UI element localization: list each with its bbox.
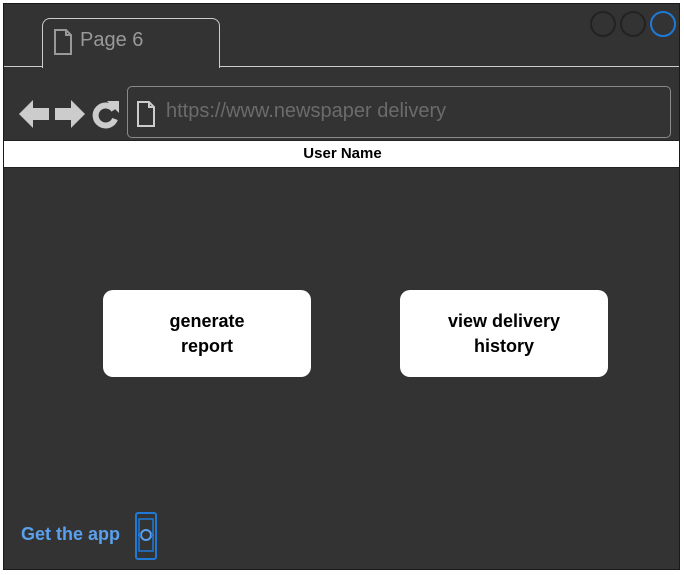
user-name-bar: User Name <box>4 140 679 168</box>
arrow-right-icon[interactable] <box>54 99 86 129</box>
button-label-line: report <box>180 335 233 356</box>
generate-report-button[interactable]: generate report <box>103 290 311 377</box>
mobile-phone-icon[interactable] <box>134 512 158 560</box>
get-the-app-link[interactable]: Get the app <box>21 524 120 545</box>
document-icon <box>137 101 155 127</box>
tab-title: Page 6 <box>80 29 144 51</box>
browser-window: Page 6 https://www.newspaper delivery Us… <box>3 3 680 570</box>
arrow-left-icon[interactable] <box>18 99 50 129</box>
close-button[interactable] <box>650 11 676 37</box>
minimize-button[interactable] <box>590 11 616 37</box>
button-label-line: view delivery <box>447 310 561 331</box>
view-delivery-history-button[interactable]: view delivery history <box>400 290 608 377</box>
reload-icon[interactable] <box>91 97 121 131</box>
maximize-button[interactable] <box>620 11 646 37</box>
address-bar[interactable]: https://www.newspaper delivery <box>127 86 671 138</box>
tab-bar-divider <box>4 66 42 67</box>
tab-page[interactable]: Page 6 <box>42 18 220 68</box>
button-label-line: generate <box>169 310 245 331</box>
tab-bar-divider <box>220 66 679 67</box>
url-text: https://www.newspaper delivery <box>166 100 447 122</box>
button-label-line: history <box>473 335 534 356</box>
document-icon <box>54 29 72 55</box>
